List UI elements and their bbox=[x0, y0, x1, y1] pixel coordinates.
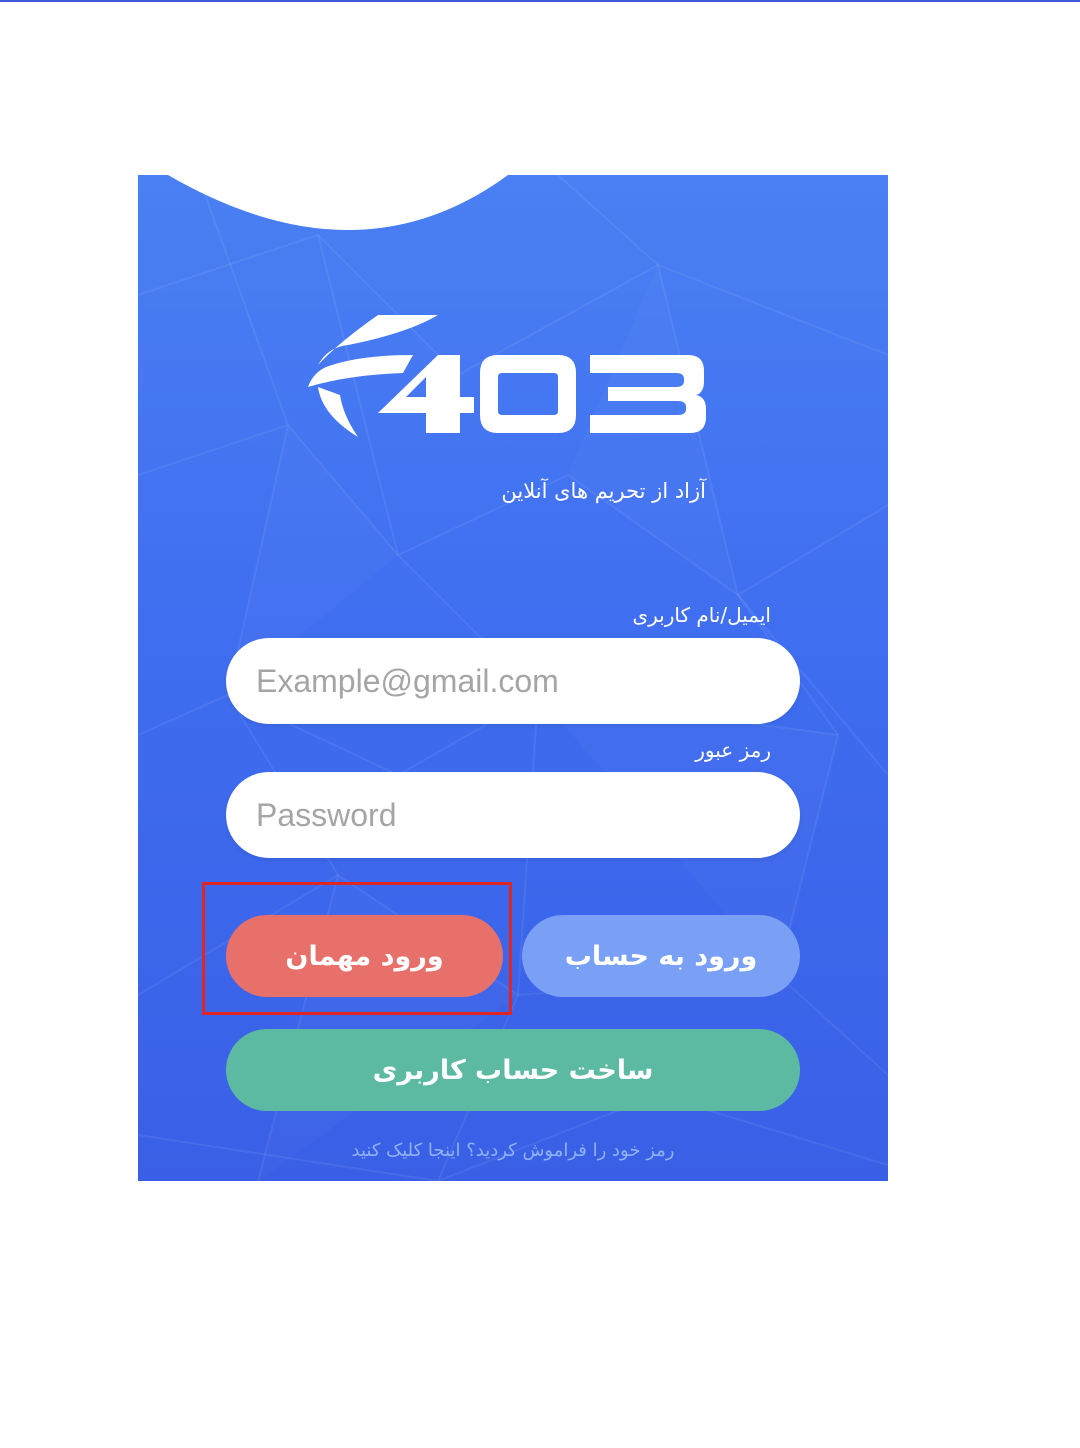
password-input[interactable] bbox=[226, 772, 800, 858]
top-border-line bbox=[0, 0, 1080, 2]
email-input[interactable] bbox=[226, 638, 800, 724]
account-login-button[interactable]: ورود به حساب bbox=[522, 915, 800, 997]
guest-button-highlight bbox=[202, 882, 512, 1015]
create-account-button[interactable]: ساخت حساب کاربری bbox=[226, 1029, 800, 1111]
logo-icon bbox=[308, 315, 706, 437]
email-label: ایمیل/نام کاربری bbox=[632, 603, 771, 627]
password-label: رمز عبور bbox=[695, 738, 771, 762]
corner-wave-decoration bbox=[168, 175, 508, 230]
forgot-password-link[interactable]: رمز خود را فراموش کردید؟ اینجا کلیک کنید bbox=[138, 1140, 888, 1161]
tagline: آزاد از تحریم های آنلاین bbox=[501, 479, 706, 503]
login-panel: آزاد از تحریم های آنلاین ایمیل/نام کاربر… bbox=[138, 175, 888, 1181]
